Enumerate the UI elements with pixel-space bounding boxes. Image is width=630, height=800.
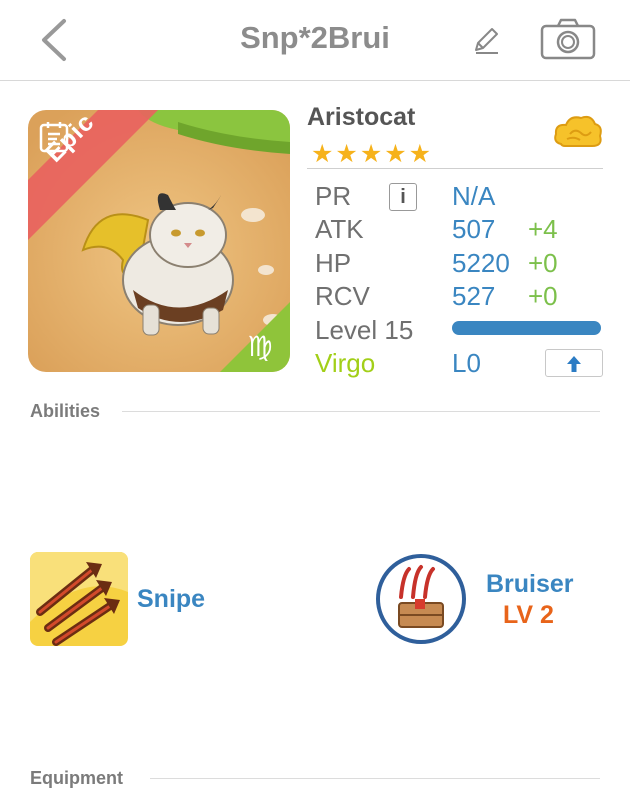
hp-label: HP <box>315 248 352 278</box>
pr-label: PR <box>315 181 352 211</box>
atk-label: ATK <box>315 214 364 244</box>
bruiser-ability-icon[interactable] <box>375 553 467 645</box>
level-label: Level 15 <box>315 315 414 345</box>
top-bar: Snp*2Brui <box>0 0 630 81</box>
name-divider <box>307 168 603 169</box>
snipe-ability-icon[interactable] <box>30 552 128 646</box>
pencil-edit-icon[interactable] <box>470 24 502 56</box>
creature-name: Aristocat <box>307 103 416 131</box>
star-rating: ★★★★★ <box>311 140 434 168</box>
page-title: Snp*2Brui <box>240 20 390 55</box>
info-button[interactable]: i <box>389 183 417 211</box>
pr-value: N/A <box>452 181 496 211</box>
upgrade-button[interactable] <box>545 349 603 377</box>
atk-value: 507 <box>452 214 496 244</box>
hp-value: 5220 <box>452 248 510 278</box>
sign-level: L0 <box>452 348 481 378</box>
bruiser-ability-name[interactable]: Bruiser <box>486 570 574 599</box>
rcv-label: RCV <box>315 281 370 311</box>
equipment-divider <box>150 778 600 779</box>
snipe-ability-name[interactable]: Snipe <box>137 585 205 614</box>
camera-icon[interactable] <box>540 18 596 60</box>
abilities-divider <box>122 411 600 412</box>
hp-bonus: +0 <box>528 248 558 278</box>
equipment-heading: Equipment <box>30 768 123 788</box>
svg-text:♍: ♍ <box>247 330 272 363</box>
level-progress-bar <box>452 321 601 335</box>
cloud-element-icon <box>554 115 602 147</box>
rcv-bonus: +0 <box>528 281 558 311</box>
bruiser-ability-level: LV 2 <box>503 601 554 629</box>
atk-bonus: +4 <box>528 214 558 244</box>
up-arrow-icon <box>567 356 581 372</box>
virgo-sign-icon: ♍ <box>247 330 272 363</box>
zodiac-sign: Virgo <box>315 348 376 378</box>
abilities-heading: Abilities <box>30 401 101 421</box>
rcv-value: 527 <box>452 281 496 311</box>
